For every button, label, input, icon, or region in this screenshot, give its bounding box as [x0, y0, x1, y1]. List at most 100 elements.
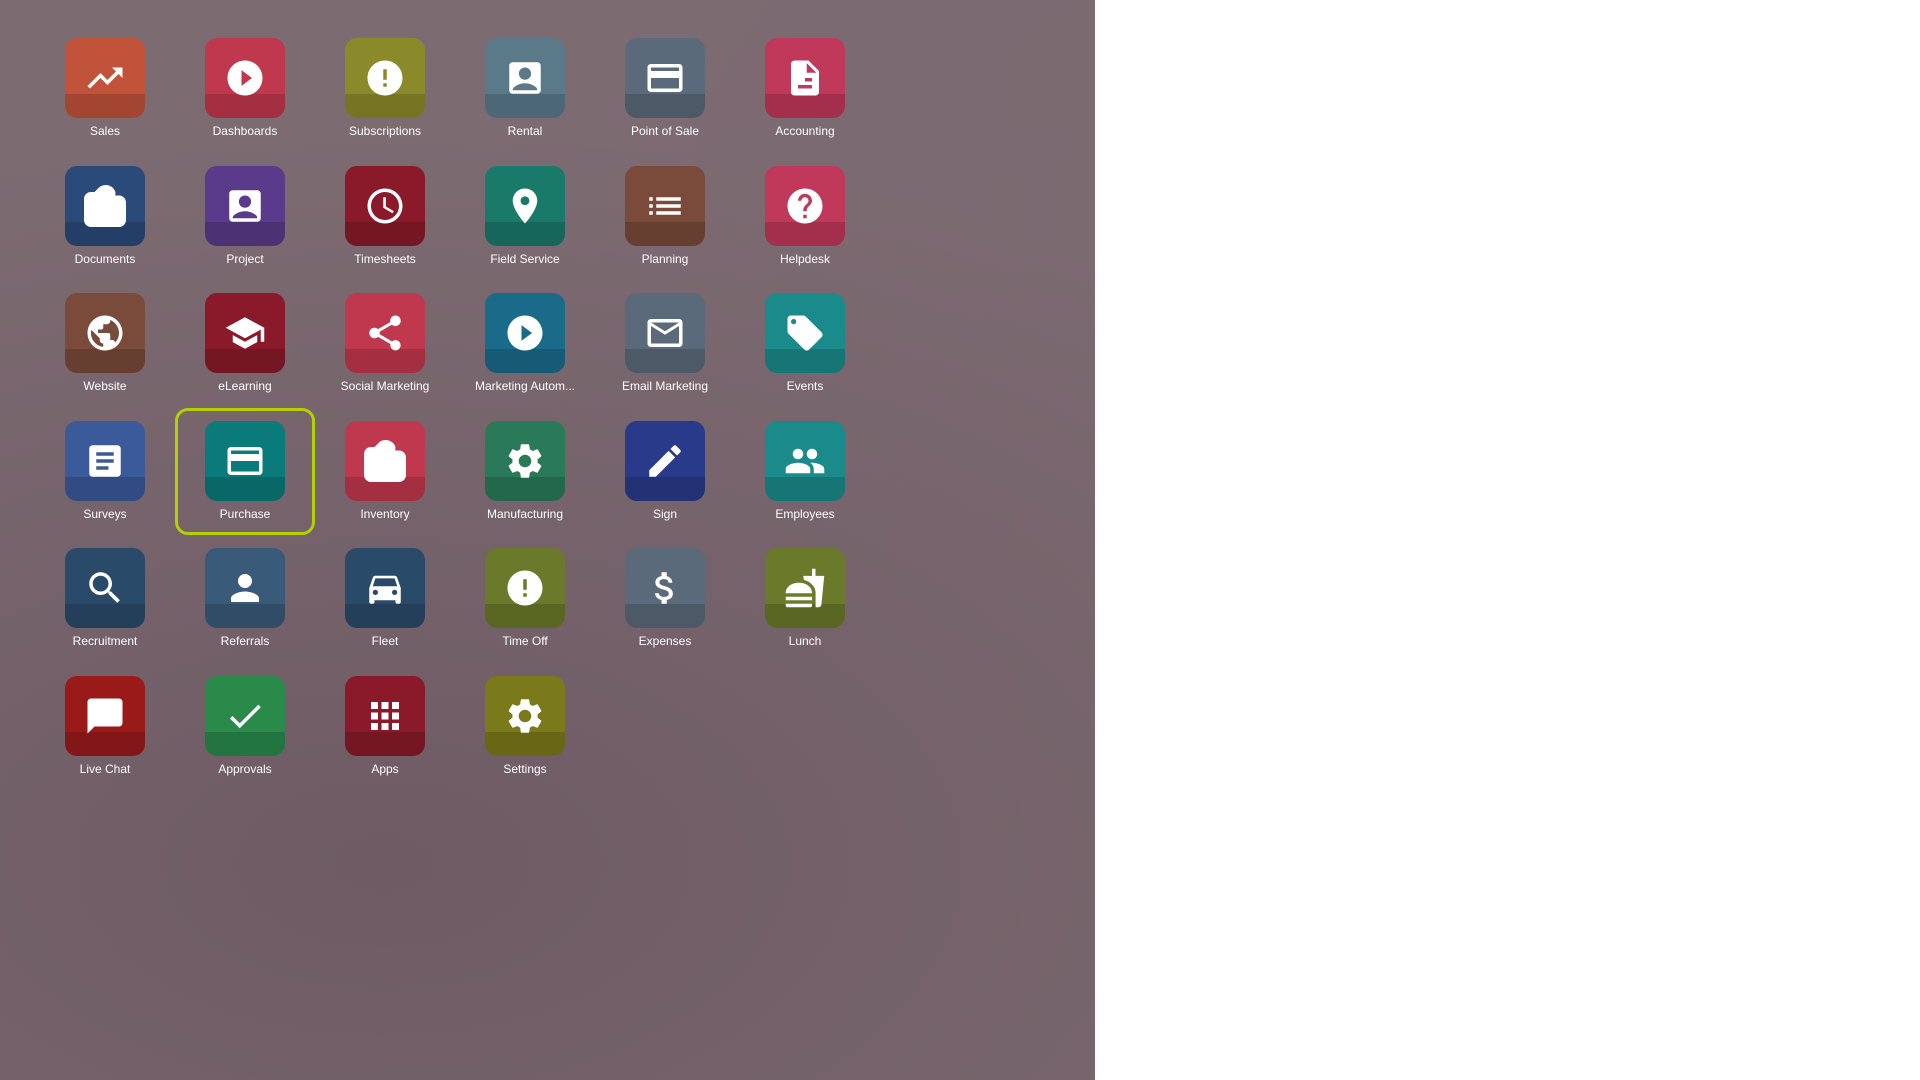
- main-content: Sales Dashboards Subscriptions Rental Point …: [0, 0, 1095, 1080]
- app-item-elearning[interactable]: eLearning: [180, 285, 310, 403]
- app-item-purchase[interactable]: Purchase: [180, 413, 310, 531]
- app-label-purchase: Purchase: [220, 507, 271, 523]
- app-item-manufacturing[interactable]: Manufacturing: [460, 413, 590, 531]
- app-icon-sales: [65, 38, 145, 118]
- app-label-employees: Employees: [775, 507, 834, 523]
- app-item-expenses[interactable]: Expenses: [600, 540, 730, 658]
- app-icon-social-marketing: [345, 293, 425, 373]
- app-icon-time-off: [485, 548, 565, 628]
- app-label-planning: Planning: [642, 252, 689, 268]
- app-label-accounting: Accounting: [775, 124, 834, 140]
- app-item-documents[interactable]: Documents: [40, 158, 170, 276]
- app-label-dashboards: Dashboards: [213, 124, 278, 140]
- app-icon-dashboards: [205, 38, 285, 118]
- app-icon-approvals: [205, 676, 285, 756]
- app-label-expenses: Expenses: [639, 634, 692, 650]
- app-item-surveys[interactable]: Surveys: [40, 413, 170, 531]
- app-label-subscriptions: Subscriptions: [349, 124, 421, 140]
- app-label-website: Website: [83, 379, 126, 395]
- app-item-marketing-autom[interactable]: Marketing Autom...: [460, 285, 590, 403]
- app-grid: Sales Dashboards Subscriptions Rental Point …: [40, 30, 1055, 786]
- app-item-rental[interactable]: Rental: [460, 30, 590, 148]
- app-label-sign: Sign: [653, 507, 677, 523]
- app-icon-accounting: [765, 38, 845, 118]
- app-label-rental: Rental: [508, 124, 543, 140]
- app-icon-timesheets: [345, 166, 425, 246]
- app-label-events: Events: [787, 379, 824, 395]
- app-label-time-off: Time Off: [502, 634, 547, 650]
- app-item-dashboards[interactable]: Dashboards: [180, 30, 310, 148]
- app-icon-apps: [345, 676, 425, 756]
- app-item-settings[interactable]: Settings: [460, 668, 590, 786]
- app-item-approvals[interactable]: Approvals: [180, 668, 310, 786]
- app-item-social-marketing[interactable]: Social Marketing: [320, 285, 450, 403]
- app-item-project[interactable]: Project: [180, 158, 310, 276]
- app-icon-lunch: [765, 548, 845, 628]
- app-label-manufacturing: Manufacturing: [487, 507, 563, 523]
- app-label-timesheets: Timesheets: [354, 252, 416, 268]
- app-label-field-service: Field Service: [490, 252, 559, 268]
- app-icon-point-of-sale: [625, 38, 705, 118]
- app-icon-subscriptions: [345, 38, 425, 118]
- app-icon-email-marketing: [625, 293, 705, 373]
- app-icon-documents: [65, 166, 145, 246]
- app-label-live-chat: Live Chat: [80, 762, 131, 778]
- app-item-events[interactable]: Events: [740, 285, 870, 403]
- app-label-elearning: eLearning: [218, 379, 271, 395]
- app-icon-purchase: [205, 421, 285, 501]
- app-item-fleet[interactable]: Fleet: [320, 540, 450, 658]
- app-icon-employees: [765, 421, 845, 501]
- app-icon-expenses: [625, 548, 705, 628]
- app-item-lunch[interactable]: Lunch: [740, 540, 870, 658]
- app-item-helpdesk[interactable]: Helpdesk: [740, 158, 870, 276]
- app-label-fleet: Fleet: [372, 634, 399, 650]
- app-item-referrals[interactable]: Referrals: [180, 540, 310, 658]
- app-label-sales: Sales: [90, 124, 120, 140]
- app-icon-inventory: [345, 421, 425, 501]
- app-item-planning[interactable]: Planning: [600, 158, 730, 276]
- app-item-time-off[interactable]: Time Off: [460, 540, 590, 658]
- app-icon-manufacturing: [485, 421, 565, 501]
- app-label-settings: Settings: [503, 762, 546, 778]
- app-item-subscriptions[interactable]: Subscriptions: [320, 30, 450, 148]
- app-icon-project: [205, 166, 285, 246]
- app-label-social-marketing: Social Marketing: [341, 379, 430, 395]
- app-label-email-marketing: Email Marketing: [622, 379, 708, 395]
- app-label-marketing-autom: Marketing Autom...: [475, 379, 575, 395]
- app-item-apps[interactable]: Apps: [320, 668, 450, 786]
- app-item-employees[interactable]: Employees: [740, 413, 870, 531]
- app-icon-planning: [625, 166, 705, 246]
- right-panel: [1095, 0, 1920, 1080]
- app-item-website[interactable]: Website: [40, 285, 170, 403]
- app-icon-surveys: [65, 421, 145, 501]
- app-icon-recruitment: [65, 548, 145, 628]
- app-item-sign[interactable]: Sign: [600, 413, 730, 531]
- app-icon-referrals: [205, 548, 285, 628]
- app-icon-live-chat: [65, 676, 145, 756]
- app-icon-sign: [625, 421, 705, 501]
- app-icon-settings: [485, 676, 565, 756]
- app-label-approvals: Approvals: [218, 762, 271, 778]
- app-label-helpdesk: Helpdesk: [780, 252, 830, 268]
- app-label-point-of-sale: Point of Sale: [631, 124, 699, 140]
- app-item-timesheets[interactable]: Timesheets: [320, 158, 450, 276]
- app-label-surveys: Surveys: [83, 507, 126, 523]
- app-icon-events: [765, 293, 845, 373]
- app-item-accounting[interactable]: Accounting: [740, 30, 870, 148]
- app-item-inventory[interactable]: Inventory: [320, 413, 450, 531]
- app-icon-website: [65, 293, 145, 373]
- app-icon-helpdesk: [765, 166, 845, 246]
- app-label-lunch: Lunch: [789, 634, 822, 650]
- app-item-point-of-sale[interactable]: Point of Sale: [600, 30, 730, 148]
- app-icon-rental: [485, 38, 565, 118]
- app-item-email-marketing[interactable]: Email Marketing: [600, 285, 730, 403]
- app-label-apps: Apps: [371, 762, 398, 778]
- app-label-recruitment: Recruitment: [73, 634, 138, 650]
- app-item-sales[interactable]: Sales: [40, 30, 170, 148]
- app-item-recruitment[interactable]: Recruitment: [40, 540, 170, 658]
- app-icon-marketing-autom: [485, 293, 565, 373]
- app-item-live-chat[interactable]: Live Chat: [40, 668, 170, 786]
- app-item-field-service[interactable]: Field Service: [460, 158, 590, 276]
- app-label-project: Project: [226, 252, 263, 268]
- app-icon-field-service: [485, 166, 565, 246]
